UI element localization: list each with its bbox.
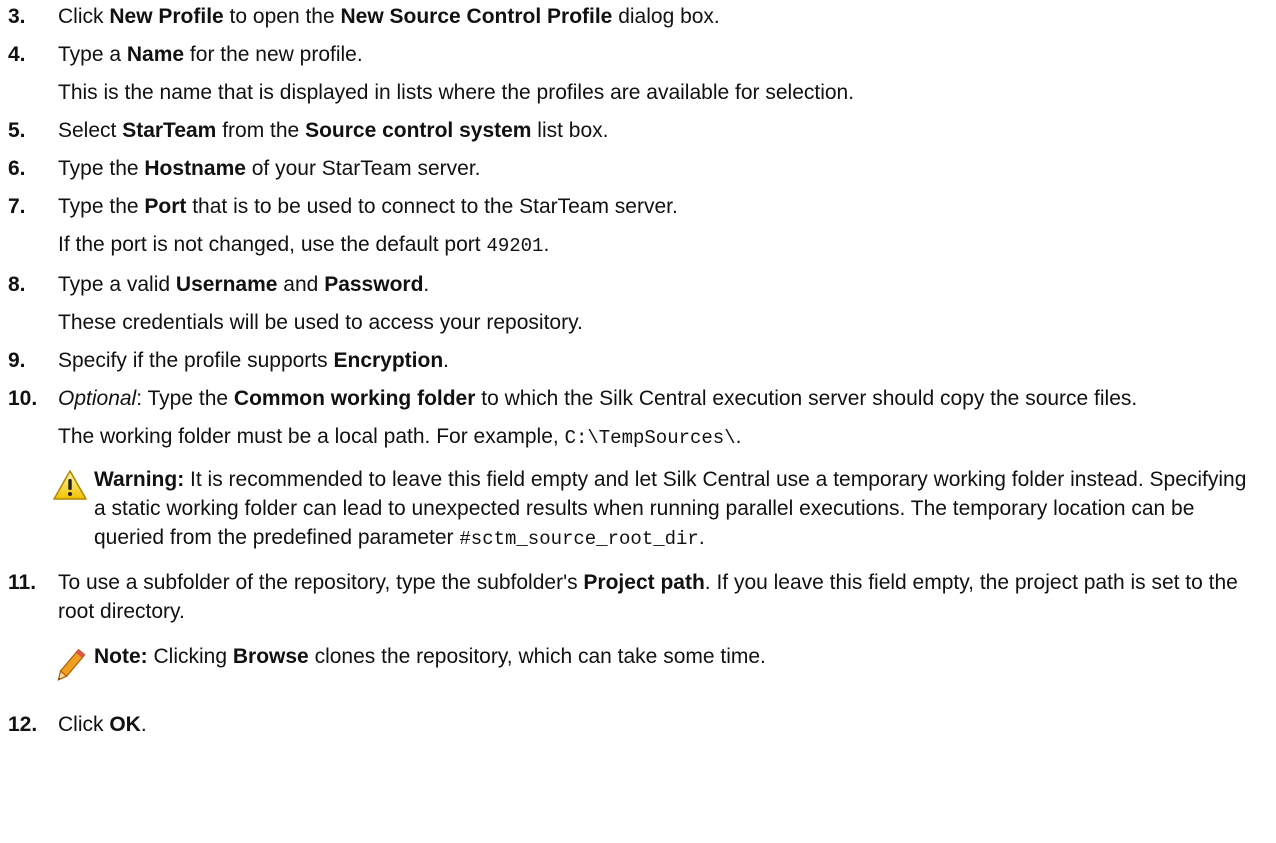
step-number: 12. xyxy=(8,713,38,736)
step-text: Select StarTeam from the Source control … xyxy=(58,119,609,142)
step-number: 3. xyxy=(8,5,26,28)
step-4: 4. Type a Name for the new profile. xyxy=(0,40,1276,69)
step-number: 6. xyxy=(8,157,26,180)
step-10: 10. Optional: Type the Common working fo… xyxy=(0,384,1276,413)
step-6: 6. Type the Hostname of your StarTeam se… xyxy=(0,154,1276,183)
step-note: If the port is not changed, use the defa… xyxy=(58,233,550,257)
step-12: 12. Click OK. xyxy=(0,710,1276,739)
step-note: These credentials will be used to access… xyxy=(58,311,583,334)
step-number: 5. xyxy=(8,119,26,142)
warning-callout: Warning: It is recommended to leave this… xyxy=(52,465,1276,554)
step-3: 3. Click New Profile to open the New Sou… xyxy=(0,2,1276,31)
step-text: Type the Hostname of your StarTeam serve… xyxy=(58,157,481,180)
step-text: Click OK. xyxy=(58,713,147,736)
step-note: This is the name that is displayed in li… xyxy=(58,81,855,104)
step-number: 10. xyxy=(8,387,38,410)
pencil-note-icon xyxy=(52,642,94,694)
warning-text: Warning: It is recommended to leave this… xyxy=(94,468,1247,550)
step-number: 8. xyxy=(8,273,26,296)
step-8: 8. Type a valid Username and Password. xyxy=(0,270,1276,299)
step-11: 11. To use a subfolder of the repository… xyxy=(0,568,1276,626)
step-text: To use a subfolder of the repository, ty… xyxy=(58,571,1238,623)
step-number: 9. xyxy=(8,349,26,372)
step-text: Type a Name for the new profile. xyxy=(58,43,363,66)
note-text: Note: Clicking Browse clones the reposit… xyxy=(94,645,766,668)
step-text: Optional: Type the Common working folder… xyxy=(58,387,1138,410)
step-note: The working folder must be a local path.… xyxy=(58,425,742,449)
procedure-document: 3. Click New Profile to open the New Sou… xyxy=(0,0,1276,739)
step-9: 9. Specify if the profile supports Encry… xyxy=(0,346,1276,375)
note-callout: Note: Clicking Browse clones the reposit… xyxy=(52,642,1276,694)
step-text: Type the Port that is to be used to conn… xyxy=(58,195,678,218)
step-number: 7. xyxy=(8,195,26,218)
step-text: Type a valid Username and Password. xyxy=(58,273,430,296)
step-number: 11. xyxy=(8,571,37,594)
step-text: Click New Profile to open the New Source… xyxy=(58,5,720,28)
step-text: Specify if the profile supports Encrypti… xyxy=(58,349,450,372)
warning-triangle-icon xyxy=(52,465,94,509)
step-7: 7. Type the Port that is to be used to c… xyxy=(0,192,1276,221)
step-number: 4. xyxy=(8,43,26,66)
step-5: 5. Select StarTeam from the Source contr… xyxy=(0,116,1276,145)
